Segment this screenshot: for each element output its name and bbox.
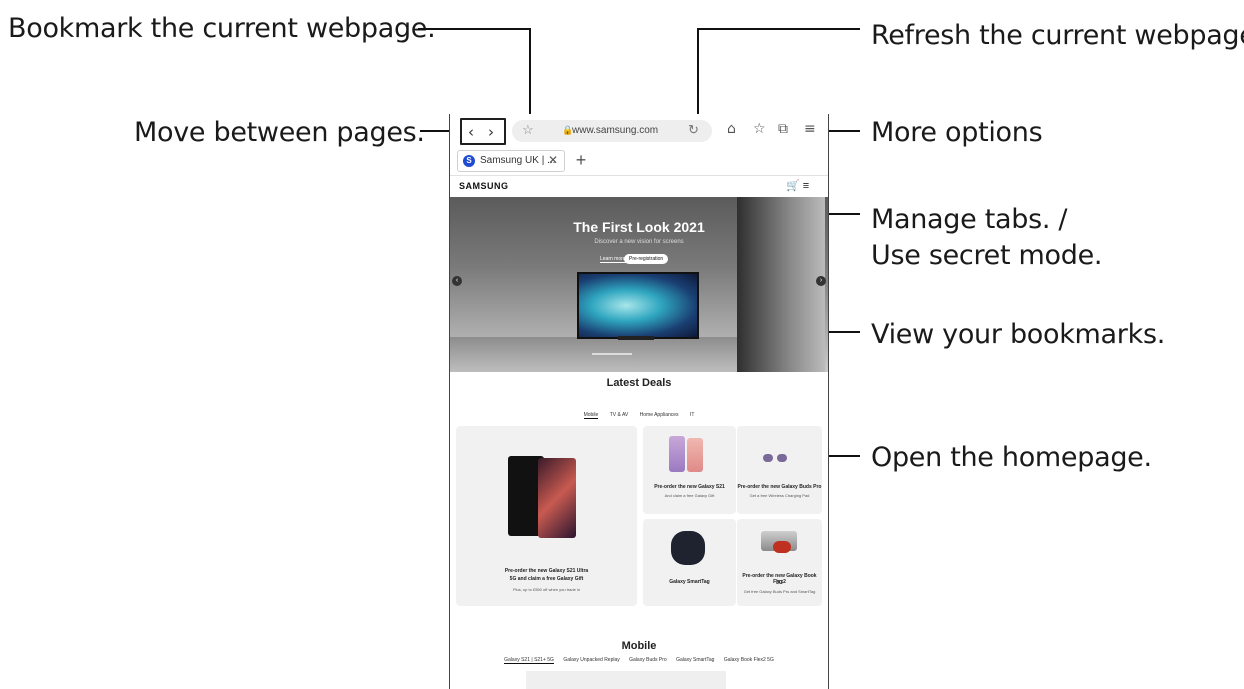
earbud-image (777, 454, 787, 462)
card-title: 5G (776, 580, 783, 586)
tab-strip: S Samsung UK | ... ✕ + (450, 148, 828, 176)
callout-bookmark: Bookmark the current webpage. (8, 13, 436, 44)
mobile-tab[interactable]: Galaxy SmartTag (676, 657, 714, 663)
bookmark-star-icon[interactable]: ☆ (522, 122, 534, 138)
forward-icon[interactable]: › (488, 123, 494, 141)
deal-card-smarttag[interactable]: Galaxy SmartTag (643, 519, 736, 606)
card-title: Pre-order the new Galaxy S21 (654, 484, 725, 490)
leader-line (697, 28, 699, 122)
tab-mobile[interactable]: Mobile (583, 412, 599, 419)
cart-menu-icon[interactable]: 🛒 ≡ (786, 179, 809, 192)
address-bar[interactable]: ☆ 🔒 www.samsung.com ↻ (512, 120, 712, 142)
mobile-tab[interactable]: Galaxy Buds Pro (629, 657, 667, 663)
phone-image (669, 436, 685, 472)
close-tab-icon[interactable]: ✕ (548, 153, 558, 167)
tv-stand (618, 336, 654, 340)
phone-image (687, 438, 703, 472)
hero-subtitle: Discover a new vision for screens (594, 239, 684, 245)
back-icon[interactable]: ‹ (468, 123, 474, 141)
card-title: Galaxy SmartTag (669, 579, 710, 585)
card-title: Pre-order the new Galaxy Buds Pro (737, 484, 822, 490)
carousel-prev-icon[interactable]: ‹ (452, 276, 462, 286)
tabs-icon[interactable]: ⧉ (778, 121, 788, 137)
tab-samsung[interactable]: S Samsung UK | ... ✕ (457, 150, 565, 172)
phone-image (538, 458, 576, 538)
card-subtitle: And claim a free Galaxy Gift (664, 493, 715, 498)
refresh-icon[interactable]: ↻ (688, 122, 699, 138)
latest-deals-title: Latest Deals (606, 377, 672, 389)
callout-homepage: Open the homepage. (871, 442, 1152, 473)
tab-home-appliances[interactable]: Home Appliances (640, 412, 679, 418)
accessory-image (773, 541, 791, 553)
mobile-banner[interactable] (526, 671, 726, 689)
pre-registration-button[interactable]: Pre-registration (624, 254, 669, 264)
callout-refresh: Refresh the current webpage. (871, 20, 1244, 51)
samsung-logo[interactable]: SAMSUNG (459, 181, 509, 191)
menu-icon[interactable]: ≡ (804, 121, 816, 137)
nav-buttons-highlight: ‹ › (460, 118, 506, 145)
deal-card-s21[interactable]: Pre-order the new Galaxy S21 And claim a… (643, 426, 736, 514)
carousel-indicator (592, 353, 632, 355)
mobile-tab[interactable]: Galaxy Unpacked Replay (563, 657, 619, 663)
mobile-tab[interactable]: Galaxy S21 | S21+ 5G (504, 657, 554, 664)
tab-title: Samsung UK | ... (480, 155, 556, 166)
tab-tv-av[interactable]: TV & AV (610, 412, 629, 418)
callout-secret-mode: Use secret mode. (871, 240, 1103, 271)
site-header: SAMSUNG 🛒 ≡ (450, 175, 828, 197)
category-tabs: Mobile TV & AV Home Appliances IT (450, 412, 828, 419)
carousel-next-icon[interactable]: › (816, 276, 826, 286)
tab-it[interactable]: IT (690, 412, 694, 418)
card-title: 5G and claim a free Galaxy Gift (509, 576, 584, 582)
samsung-favicon-icon: S (463, 155, 475, 167)
home-icon[interactable]: ⌂ (727, 121, 736, 137)
deal-card-s21-ultra[interactable]: Pre-order the new Galaxy S21 Ultra 5G an… (456, 426, 637, 606)
deal-card-buds-pro[interactable]: Pre-order the new Galaxy Buds Pro Get a … (737, 426, 822, 514)
card-subtitle: Get free Galaxy Buds Pro and SmartTag (743, 589, 816, 594)
browser-toolbar: ‹ › ☆ 🔒 www.samsung.com ↻ ⌂ ☆ ⧉ ≡ (450, 114, 828, 148)
callout-view-bookmarks: View your bookmarks. (871, 319, 1165, 350)
mobile-tab[interactable]: Galaxy Book Flex2 5G (724, 657, 774, 663)
card-title: Pre-order the new Galaxy S21 Ultra (504, 568, 589, 574)
earbud-image (763, 454, 773, 462)
mobile-tabs: Galaxy S21 | S21+ 5G Galaxy Unpacked Rep… (450, 657, 828, 664)
leader-line (418, 28, 530, 30)
callout-more-options: More options (871, 117, 1043, 148)
leader-line (697, 28, 860, 30)
callout-move-pages: Move between pages. (134, 117, 425, 148)
learn-more-link[interactable]: Learn more (600, 256, 626, 263)
new-tab-button[interactable]: + (570, 150, 592, 172)
url-text[interactable]: www.samsung.com (572, 125, 658, 136)
deal-card-book-flex2[interactable]: Pre-order the new Galaxy Book Flex2 5G G… (737, 519, 822, 606)
hero-title: The First Look 2021 (573, 219, 705, 235)
leader-line (529, 28, 531, 122)
card-subtitle: Plus, up to £550 off when you trade in (512, 587, 581, 592)
hero-banner[interactable]: The First Look 2021 Discover a new visio… (450, 197, 828, 372)
browser-screen: ‹ › ☆ 🔒 www.samsung.com ↻ ⌂ ☆ ⧉ ≡ S Sams… (449, 114, 829, 689)
smarttag-image (671, 531, 705, 565)
bookmarks-icon[interactable]: ☆ (753, 121, 766, 137)
callout-manage-tabs: Manage tabs. / (871, 204, 1068, 235)
tv-image (577, 272, 699, 339)
card-subtitle: Get a free Wireless Charging Pad (749, 493, 810, 498)
mobile-section-title: Mobile (621, 640, 657, 652)
